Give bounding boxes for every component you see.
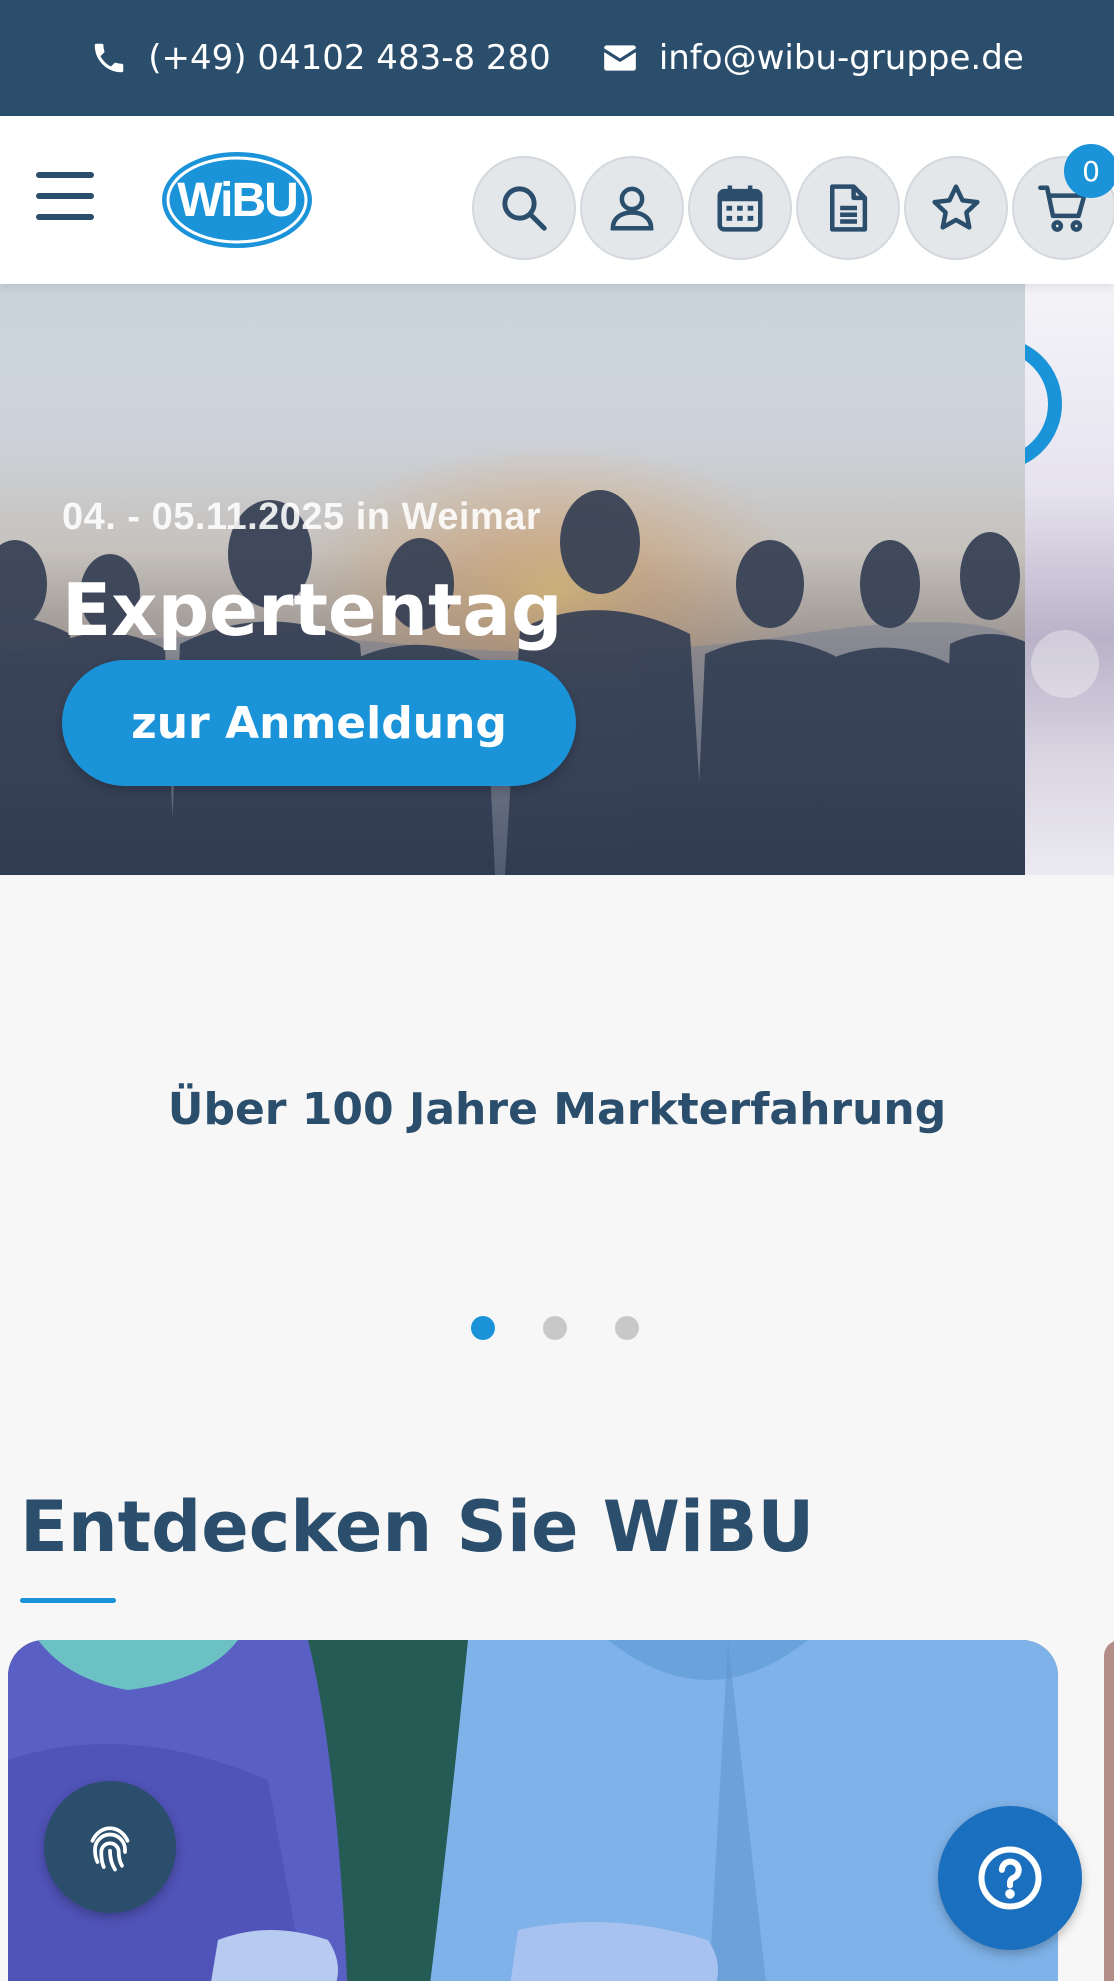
next-card-preview[interactable]	[1104, 1640, 1114, 1981]
register-button[interactable]: zur Anmeldung	[62, 660, 576, 786]
events-button[interactable]	[688, 156, 792, 260]
site-header: WiBU	[0, 116, 1114, 284]
section-underline	[20, 1598, 116, 1603]
document-icon	[830, 184, 868, 232]
search-button[interactable]	[472, 156, 576, 260]
contact-bar: (+49) 04102 483-8 280 info@wibu-gruppe.d…	[0, 0, 1114, 116]
hero-slide: 04. - 05.11.2025 in Weimar Expertentag z…	[0, 284, 1025, 875]
help-button[interactable]	[938, 1806, 1082, 1950]
svg-text:WiBU: WiBU	[177, 174, 297, 227]
phone-number: (+49) 04102 483-8 280	[148, 38, 551, 78]
slider-pagination	[471, 1316, 639, 1340]
calendar-icon	[717, 185, 763, 232]
search-icon	[502, 186, 547, 231]
fingerprint-icon	[90, 1826, 130, 1872]
slider-dot-3[interactable]	[615, 1316, 639, 1340]
wibu-logo[interactable]: WiBU	[160, 150, 314, 250]
cart-count-badge: 0	[1064, 144, 1114, 198]
account-button[interactable]	[580, 156, 684, 260]
phone-link[interactable]: (+49) 04102 483-8 280	[90, 38, 551, 78]
documents-button[interactable]	[796, 156, 900, 260]
hero-title: Expertentag	[62, 568, 563, 652]
slider-dot-2[interactable]	[543, 1316, 567, 1340]
user-icon	[610, 186, 654, 231]
question-mark-icon	[978, 1846, 1042, 1910]
email-address: info@wibu-gruppe.de	[658, 38, 1024, 78]
phone-icon	[95, 43, 124, 73]
favorites-button[interactable]	[904, 156, 1008, 260]
slider-dot-1[interactable]	[471, 1316, 495, 1340]
tagline: Über 100 Jahre Markterfahrung	[167, 1084, 947, 1135]
next-slide-preview[interactable]	[1025, 284, 1114, 875]
hero-subtitle: 04. - 05.11.2025 in Weimar	[62, 496, 542, 538]
hamburger-menu-icon[interactable]	[36, 172, 96, 220]
section-title: Entdecken Sie WiBU	[20, 1486, 815, 1568]
email-link[interactable]: info@wibu-gruppe.de	[601, 38, 1024, 78]
star-icon	[932, 184, 980, 230]
envelope-icon	[603, 45, 636, 71]
privacy-settings-button[interactable]	[44, 1781, 176, 1913]
